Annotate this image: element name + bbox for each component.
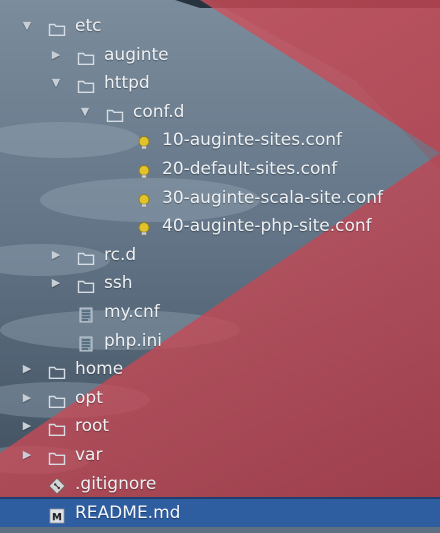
tree-item-label: ssh	[104, 273, 133, 294]
tree-file-row[interactable]: 40-auginte-php-site.conf	[0, 212, 440, 240]
tree-file-row[interactable]: 20-default-sites.conf	[0, 155, 440, 183]
tree-file-row[interactable]: php.ini	[0, 327, 440, 355]
tree-item-label: php.ini	[104, 330, 162, 351]
settings-file-icon	[77, 304, 95, 323]
config-file-icon	[135, 161, 153, 179]
tree-item-label: 10-auginte-sites.conf	[162, 130, 342, 151]
collapse-arrow-icon[interactable]: ▶	[20, 441, 34, 469]
tree-item-label: auginte	[104, 44, 169, 65]
svg-text:M: M	[52, 512, 62, 523]
folder-icon	[48, 418, 66, 437]
folder-icon	[77, 75, 95, 94]
tree-folder-row[interactable]: ▶ home	[0, 355, 440, 383]
tree-item-label: httpd	[104, 73, 150, 94]
tree-folder-row[interactable]: ▶ var	[0, 441, 440, 469]
tree-folder-row[interactable]: ▶ rc.d	[0, 241, 440, 269]
folder-icon	[106, 104, 124, 122]
tree-item-label: conf.d	[133, 101, 185, 122]
tree-folder-row[interactable]: ▶ auginte	[0, 41, 440, 69]
collapse-arrow-icon[interactable]: ▶	[20, 412, 34, 440]
tree-item-label: opt	[75, 387, 103, 408]
tree-folder-row[interactable]: ▶ ssh	[0, 269, 440, 297]
tree-item-label: 40-auginte-php-site.conf	[162, 216, 372, 237]
markdown-file-icon: M	[48, 505, 66, 524]
collapse-arrow-icon[interactable]: ▶	[49, 241, 63, 269]
tree-item-label: 30-auginte-scala-site.conf	[162, 187, 384, 208]
tree-item-label: home	[75, 359, 124, 380]
tree-file-row[interactable]: 30-auginte-scala-site.conf	[0, 184, 440, 212]
expand-arrow-icon[interactable]: ▼	[20, 12, 34, 40]
expand-arrow-icon[interactable]: ▼	[49, 69, 63, 97]
tree-item-label: README.md	[75, 503, 181, 523]
expand-arrow-icon[interactable]: ▼	[78, 98, 92, 126]
tree-folder-row[interactable]: ▼ conf.d	[0, 98, 440, 126]
folder-icon	[77, 47, 95, 65]
config-file-icon	[135, 132, 153, 150]
tree-item-label: my.cnf	[104, 302, 160, 322]
config-file-icon	[135, 190, 153, 207]
folder-icon	[48, 390, 66, 408]
project-file-tree: ▼ etc ▶ auginte ▼ httpd ▼ conf.d 10-auginte-site…	[0, 0, 440, 527]
folder-icon	[48, 361, 66, 380]
tree-file-row[interactable]: M README.md	[0, 499, 440, 527]
settings-file-icon	[77, 333, 95, 352]
tree-item-label: .gitignore	[75, 473, 157, 494]
collapse-arrow-icon[interactable]: ▶	[20, 384, 34, 412]
tree-file-row[interactable]: 10-auginte-sites.conf	[0, 126, 440, 154]
tree-item-label: root	[75, 416, 110, 437]
folder-icon	[77, 247, 95, 265]
tree-item-label: rc.d	[104, 244, 137, 265]
config-file-icon	[135, 218, 153, 236]
tree-folder-row[interactable]: ▼ httpd	[0, 69, 440, 97]
folder-icon	[48, 447, 66, 465]
tree-folder-row[interactable]: ▶ opt	[0, 384, 440, 412]
tree-item-label: etc	[75, 16, 102, 36]
folder-icon	[77, 275, 95, 294]
tree-folder-row[interactable]: ▶ root	[0, 412, 440, 440]
folder-icon	[48, 18, 66, 36]
tree-file-row[interactable]: .gitignore	[0, 470, 440, 498]
git-file-icon	[48, 476, 66, 494]
tree-item-label: 20-default-sites.conf	[162, 159, 338, 179]
tree-file-row[interactable]: my.cnf	[0, 298, 440, 326]
collapse-arrow-icon[interactable]: ▶	[49, 41, 63, 69]
collapse-arrow-icon[interactable]: ▶	[20, 355, 34, 383]
tree-item-label: var	[75, 445, 103, 465]
tree-folder-row[interactable]: ▼ etc	[0, 12, 440, 40]
collapse-arrow-icon[interactable]: ▶	[49, 269, 63, 297]
